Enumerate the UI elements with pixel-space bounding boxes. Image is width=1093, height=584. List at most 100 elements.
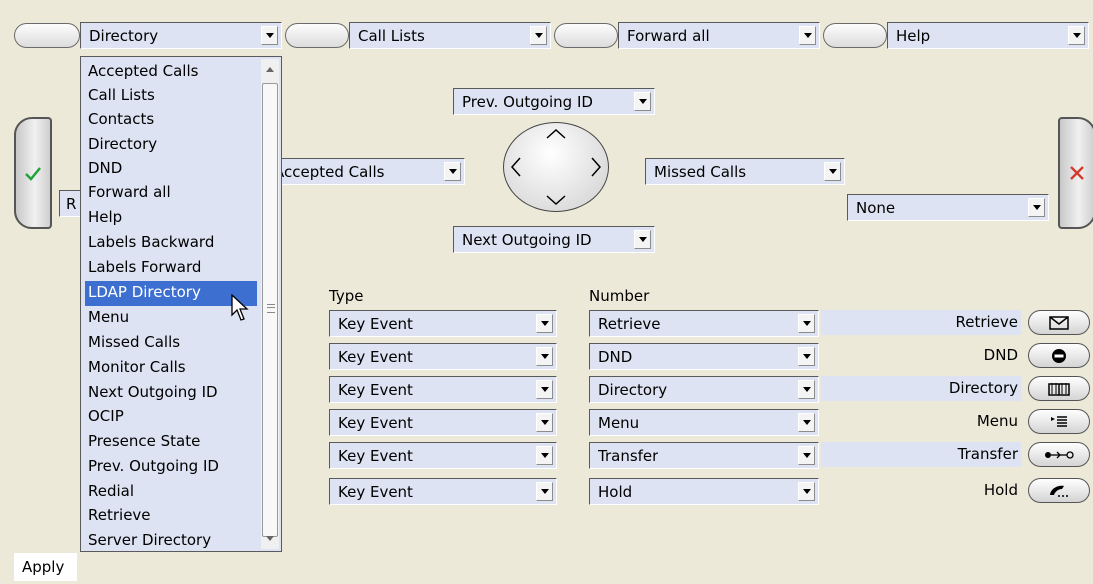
chevron-down-icon[interactable] [799,26,816,45]
type-select-3[interactable]: Key Event [329,376,557,403]
list-item[interactable]: Monitor Calls [85,356,257,381]
list-item[interactable]: Presence State [85,430,257,455]
directory-dropdown-list[interactable]: Accepted Calls Call Lists Contacts Direc… [80,56,282,552]
type-select-2[interactable]: Key Event [329,343,557,370]
list-item[interactable]: Directory [85,133,257,158]
ok-side-button[interactable] [14,117,52,229]
chevron-down-icon[interactable] [536,380,553,399]
transfer-key-button[interactable] [1028,442,1090,467]
number-select-6[interactable]: Hold [589,478,819,505]
softkey-4-button[interactable] [823,23,887,48]
grip-icon [267,304,275,313]
apply-button[interactable]: Apply [14,553,77,581]
nav-up-value: Prev. Outgoing ID [462,93,593,111]
chevron-down-icon[interactable] [536,347,553,366]
chevron-down-icon[interactable] [536,413,553,432]
nav-left-select[interactable]: Accepted Calls [270,158,465,185]
key-label-4: Menu [821,409,1021,434]
number-select-4[interactable]: Menu [589,409,819,436]
scroll-down-icon[interactable] [266,536,274,541]
list-item[interactable]: Labels Forward [85,256,257,281]
list-item[interactable]: Next Outgoing ID [85,381,257,406]
number-select-5[interactable]: Transfer [589,442,819,469]
chevron-down-icon[interactable] [798,380,815,399]
nav-down-value: Next Outgoing ID [462,231,592,249]
type-select-4[interactable]: Key Event [329,409,557,436]
dnd-key-button[interactable] [1028,343,1090,368]
softkey-2-value: Call Lists [358,27,425,45]
softkey-3-button[interactable] [554,23,618,48]
list-item[interactable]: Call Lists [85,84,257,109]
softkey-4-select[interactable]: Help [887,22,1089,49]
key-label-5: Transfer [821,442,1021,467]
chevron-down-icon[interactable] [798,446,815,465]
key-label-6: Hold [821,478,1021,503]
type-select-1[interactable]: Key Event [329,310,557,337]
list-scrollbar[interactable] [261,59,279,549]
type-value: Key Event [338,315,413,333]
key-label-2: DND [821,343,1021,368]
chevron-down-icon[interactable] [536,446,553,465]
number-select-3[interactable]: Directory [589,376,819,403]
list-item[interactable]: Labels Backward [85,231,257,256]
list-item[interactable]: Redial [85,480,257,505]
nav-right-select[interactable]: Missed Calls [645,158,845,185]
number-value: Directory [598,381,668,399]
chevron-down-icon[interactable] [261,26,278,45]
chevron-down-icon[interactable] [634,230,651,249]
chevron-down-icon[interactable] [798,347,815,366]
chevron-down-icon[interactable] [536,482,553,501]
softkey-2-select[interactable]: Call Lists [349,22,551,49]
hold-key-button[interactable] [1028,478,1090,503]
list-item[interactable]: Prev. Outgoing ID [85,455,257,480]
retrieve-key-button[interactable] [1028,310,1090,335]
nav-arrows-icon [510,128,602,206]
list-item[interactable]: Contacts [85,108,257,133]
chevron-down-icon[interactable] [798,314,815,333]
list-item[interactable]: Accepted Calls [85,60,257,85]
chevron-down-icon[interactable] [530,26,547,45]
number-value: Transfer [598,447,659,465]
type-value: Key Event [338,348,413,366]
list-item[interactable]: Retrieve [85,504,257,529]
cancel-side-button[interactable] [1058,117,1093,229]
type-value: Key Event [338,447,413,465]
chevron-down-icon[interactable] [444,162,461,181]
chevron-down-icon[interactable] [798,413,815,432]
softkey-1-button[interactable] [14,23,80,48]
list-item[interactable]: Missed Calls [85,331,257,356]
scroll-up-icon[interactable] [266,67,274,72]
softkey-1-select[interactable]: Directory [80,22,282,49]
list-item[interactable]: Forward all [85,181,257,206]
list-item[interactable]: DND [85,157,257,182]
softkey-1-value: Directory [89,27,159,45]
scroll-thumb[interactable] [262,83,278,537]
nav-right-value: Missed Calls [654,163,747,181]
list-item[interactable]: Help [85,206,257,231]
chevron-down-icon[interactable] [798,482,815,501]
type-value: Key Event [338,483,413,501]
chevron-down-icon[interactable] [824,162,841,181]
cancel-select[interactable]: None [847,194,1049,221]
apply-label: Apply [22,558,65,576]
number-select-1[interactable]: Retrieve [589,310,819,337]
list-item[interactable]: Server Directory [85,529,257,554]
type-select-5[interactable]: Key Event [329,442,557,469]
directory-key-button[interactable] [1028,376,1090,401]
nav-pad[interactable] [503,122,609,212]
chevron-down-icon[interactable] [536,314,553,333]
number-select-2[interactable]: DND [589,343,819,370]
minus-circle-icon [1052,348,1066,363]
list-item[interactable]: OCIP [85,405,257,430]
menu-key-button[interactable] [1028,409,1090,434]
nav-left-value: Accepted Calls [274,163,385,181]
nav-up-select[interactable]: Prev. Outgoing ID [453,88,655,115]
type-select-6[interactable]: Key Event [329,478,557,505]
softkey-3-select[interactable]: Forward all [618,22,820,49]
softkey-2-button[interactable] [285,23,349,48]
chevron-down-icon[interactable] [1028,198,1045,217]
chevron-down-icon[interactable] [1068,26,1085,45]
nav-down-select[interactable]: Next Outgoing ID [453,226,655,253]
chevron-down-icon[interactable] [634,92,651,111]
type-value: Key Event [338,414,413,432]
